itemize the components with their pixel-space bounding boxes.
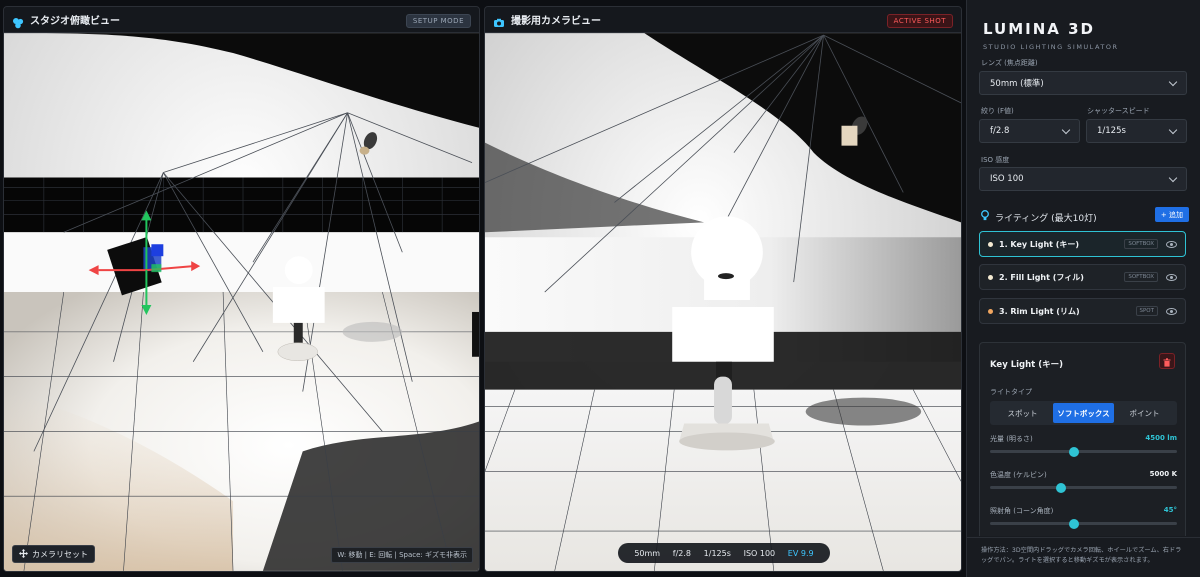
- chevron-down-icon: [1168, 77, 1178, 86]
- light-color-dot: [988, 241, 993, 247]
- active-shot-badge: ACTIVE SHOT: [886, 14, 953, 28]
- temperature-value: 5000 K: [1149, 470, 1177, 478]
- brand-subtitle: STUDIO LIGHTING SIMULATOR: [983, 43, 1119, 51]
- overview-title: スタジオ俯瞰ビュー: [30, 16, 120, 27]
- lens-select[interactable]: 50mm (標準): [979, 71, 1187, 95]
- camera-stats-bar: 50mm f/2.8 1/125s ISO 100 EV 9.9: [618, 543, 830, 563]
- light-color-dot: [988, 274, 993, 280]
- add-light-button[interactable]: + 追加: [1154, 207, 1189, 222]
- delete-light-button[interactable]: [1159, 353, 1175, 369]
- aperture-label: 絞り (F値): [981, 107, 1014, 115]
- shutter-label: シャッタースピード: [1087, 107, 1150, 115]
- intensity-thumb[interactable]: [1069, 446, 1080, 457]
- brand-header: LUMINA 3D STUDIO LIGHTING SIMULATOR: [967, 0, 1200, 58]
- camera-view-header: 撮影用カメラビュー ACTIVE SHOT: [485, 7, 961, 33]
- eye-icon[interactable]: [1166, 307, 1177, 315]
- chevron-down-icon: [1168, 125, 1178, 134]
- light-item-fill[interactable]: 2. Fill Light (フィル) SOFTBOX: [979, 264, 1186, 290]
- iso-select[interactable]: ISO 100: [979, 167, 1187, 191]
- light-type-badge: SOFTBOX: [1124, 272, 1158, 282]
- chevron-down-icon: [1061, 125, 1071, 134]
- temperature-slider-row: 色温度 (ケルビン) 5000 K: [990, 470, 1177, 493]
- light-item-rim[interactable]: 3. Rim Light (リム) SPOT: [979, 298, 1186, 324]
- shutter-select[interactable]: 1/125s: [1086, 119, 1187, 143]
- stat-iso: ISO 100: [743, 548, 776, 558]
- angle-value: 45°: [1163, 506, 1177, 514]
- lens-label: レンズ (焦点距離): [981, 59, 1038, 67]
- lens-value: 50mm (標準): [990, 79, 1044, 89]
- shutter-value: 1/125s: [1097, 126, 1126, 136]
- stat-focal: 50mm: [634, 548, 661, 558]
- move-icon: [19, 548, 28, 560]
- light-detail-panel: Key Light (キー) ライトタイプ スポット ソフトボックス ポイント …: [979, 342, 1186, 536]
- stat-shutter: 1/125s: [703, 548, 731, 558]
- face-shadow: [718, 273, 734, 280]
- temperature-track[interactable]: [990, 482, 1177, 493]
- type-option-point[interactable]: ポイント: [1114, 403, 1175, 423]
- studio-overview-viewport: スタジオ俯瞰ビュー SETUP MODE カメラリセット W: 移動 | E: …: [3, 6, 480, 572]
- overview-3d-scene[interactable]: [4, 33, 479, 571]
- angle-label: 照射角 (コーン角度): [990, 507, 1054, 515]
- intensity-value: 4500 lm: [1145, 434, 1177, 442]
- light-type-label: ライトタイプ: [990, 388, 1032, 396]
- lighting-title-text: ライティング (最大10灯): [995, 213, 1097, 224]
- shortcut-hint: W: 移動 | E: 回転 | Space: ギズモ非表示: [331, 547, 473, 563]
- light-name: 2. Fill Light (フィル): [999, 272, 1084, 282]
- dark-wall-band: [4, 177, 479, 233]
- sidebar-scroll-content[interactable]: レンズ (焦点距離) 50mm (標準) 絞り (F値) シャッタースピード f…: [967, 58, 1200, 536]
- setup-mode-badge: SETUP MODE: [405, 14, 471, 28]
- camera-view-title: 撮影用カメラビュー: [511, 16, 601, 27]
- light-color-dot: [988, 308, 993, 314]
- bulb-icon: [981, 210, 989, 224]
- shot-subject-shadow: [805, 397, 922, 426]
- light-item-key[interactable]: 1. Key Light (キー) SOFTBOX: [979, 231, 1186, 257]
- lighting-section-title: ライティング (最大10灯): [981, 210, 1097, 224]
- eye-icon[interactable]: [1166, 273, 1177, 281]
- aperture-select[interactable]: f/2.8: [979, 119, 1080, 143]
- cubes-icon: [12, 14, 24, 28]
- camera-shot-viewport: 撮影用カメラビュー ACTIVE SHOT 50mm f/2.8 1/125s …: [484, 6, 962, 572]
- chevron-down-icon: [1168, 173, 1178, 182]
- camera-3d-scene[interactable]: [485, 33, 961, 571]
- aperture-value: f/2.8: [990, 126, 1010, 136]
- iso-label: ISO 感度: [981, 156, 1010, 164]
- help-footer: 操作方法：3D空間内ドラッグでカメラ回転、ホイールでズーム、右ドラッグでパン。ラ…: [967, 537, 1200, 577]
- type-option-spot[interactable]: スポット: [992, 403, 1053, 423]
- angle-slider-row: 照射角 (コーン角度) 45°: [990, 506, 1177, 529]
- detail-title: Key Light (キー): [990, 360, 1063, 370]
- brand-title: LUMINA 3D: [983, 20, 1095, 38]
- subject-shadow: [342, 321, 403, 342]
- trash-icon: [1163, 352, 1171, 371]
- camera-icon: [493, 14, 505, 27]
- overview-header: スタジオ俯瞰ビュー SETUP MODE: [4, 7, 479, 33]
- eye-icon[interactable]: [1166, 240, 1177, 248]
- angle-thumb[interactable]: [1069, 518, 1080, 529]
- intensity-track[interactable]: [990, 446, 1177, 457]
- type-option-softbox[interactable]: ソフトボックス: [1053, 403, 1114, 423]
- angle-track[interactable]: [990, 518, 1177, 529]
- intensity-slider-row: 光量 (明るさ) 4500 lm: [990, 434, 1177, 457]
- light-type-segmented: スポット ソフトボックス ポイント: [990, 401, 1177, 425]
- light-type-badge: SPOT: [1135, 306, 1158, 316]
- camera-reset-label: カメラリセット: [32, 549, 88, 559]
- white-wall: [4, 232, 479, 293]
- light-type-badge: SOFTBOX: [1124, 239, 1158, 249]
- stat-aperture: f/2.8: [672, 548, 691, 558]
- control-sidebar: LUMINA 3D STUDIO LIGHTING SIMULATOR レンズ …: [966, 0, 1200, 577]
- app-root: スタジオ俯瞰ビュー SETUP MODE カメラリセット W: 移動 | E: …: [0, 0, 1200, 577]
- temperature-thumb[interactable]: [1056, 482, 1067, 493]
- side-object: [472, 311, 479, 357]
- iso-value: ISO 100: [990, 174, 1024, 184]
- light-name: 3. Rim Light (リム): [999, 306, 1080, 316]
- stat-ev: EV 9.9: [787, 548, 814, 558]
- light-name: 1. Key Light (キー): [999, 239, 1080, 249]
- camera-reset-button[interactable]: カメラリセット: [12, 545, 95, 563]
